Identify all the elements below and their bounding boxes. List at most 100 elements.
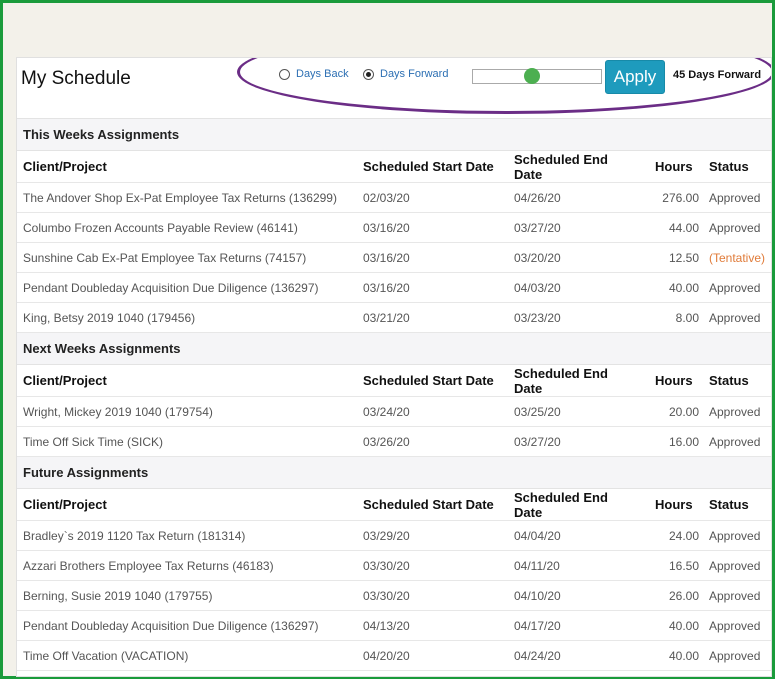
cell-status: Approved: [709, 190, 761, 205]
cell-hours: 40.00: [668, 648, 699, 663]
table-row: Columbo Frozen Accounts Payable Review (…: [17, 213, 771, 243]
cell-start-date: 03/16/20: [363, 220, 410, 235]
column-header-client: Client/Project: [23, 373, 107, 388]
days-forward-readout: 45 Days Forward: [673, 69, 762, 81]
days-back-label: Days Back: [296, 68, 349, 80]
cell-start-date: 03/16/20: [363, 250, 410, 265]
slider-handle[interactable]: [523, 68, 540, 84]
table-row: Azzari Brothers Employee Tax Returns (46…: [17, 551, 771, 581]
cell-end-date: 04/17/20: [514, 618, 561, 633]
days-back-radio[interactable]: Days Back: [279, 68, 349, 80]
column-header-status: Status: [709, 497, 749, 512]
column-header-end-date: Scheduled End Date: [514, 489, 608, 520]
cell-status: Approved: [709, 220, 761, 235]
cell-end-date: 03/23/20: [514, 310, 561, 325]
cell-hours: 16.50: [668, 558, 699, 573]
cell-hours: 26.00: [668, 588, 699, 603]
column-header-client: Client/Project: [23, 497, 107, 512]
cell-status: Approved: [709, 528, 761, 543]
cell-status: Approved: [709, 618, 761, 633]
table-row: Pendant Doubleday Acquisition Due Dilige…: [17, 273, 771, 303]
cell-start-date: 03/21/20: [363, 310, 410, 325]
cell-status: Approved: [709, 404, 761, 419]
cell-end-date: 04/24/20: [514, 648, 561, 663]
cell-hours: 8.00: [675, 310, 699, 325]
table-row: Wright, Mickey 2019 1040 (179754) 03/24/2…: [17, 397, 771, 427]
cell-hours: 44.00: [668, 220, 699, 235]
highlight-oval: [237, 58, 771, 114]
cell-start-date: 03/30/20: [363, 588, 410, 603]
table-row: Time Off Sick Time (SICK) 03/26/20 03/27/2…: [17, 427, 771, 457]
cell-status: Approved: [709, 558, 761, 573]
window-frame: My Schedule Days Back Days Forward Apply…: [0, 0, 775, 679]
cell-end-date: 04/26/20: [514, 190, 561, 205]
cell-hours: 20.00: [668, 404, 699, 419]
column-header-row: Client/Project Scheduled Start Date Schedu…: [17, 489, 771, 521]
cell-client-project: The Andover Shop Ex-Pat Employee Tax Ret…: [23, 190, 337, 205]
cell-client-project: Pendant Doubleday Acquisition Due Dilige…: [23, 618, 319, 633]
cell-end-date: 03/25/20: [514, 404, 561, 419]
cell-end-date: 04/11/20: [514, 558, 560, 573]
cell-hours: 276.00: [662, 190, 699, 205]
cell-client-project: King, Betsy 2019 1040 (179456): [23, 310, 196, 325]
days-back-radio-circle[interactable]: [279, 68, 290, 80]
cell-start-date: 03/24/20: [363, 404, 410, 419]
cell-status: Approved: [709, 588, 761, 603]
section-title: This Weeks Assignments: [17, 119, 771, 151]
cell-hours: 40.00: [668, 618, 699, 633]
column-header-hours: Hours: [655, 497, 693, 512]
cell-client-project: Time Off Sick Time (SICK): [23, 434, 164, 449]
days-forward-radio[interactable]: Days Forward: [363, 68, 448, 80]
days-forward-radio-circle[interactable]: [363, 68, 374, 80]
cell-client-project: Time Off Vacation (VACATION): [23, 648, 189, 663]
cell-start-date: 04/13/20: [363, 618, 410, 633]
column-header-client: Client/Project: [23, 159, 107, 174]
column-header-start-date: Scheduled Start Date: [363, 373, 494, 388]
apply-button[interactable]: Apply: [605, 60, 665, 94]
cell-start-date: 03/30/20: [363, 558, 410, 573]
column-header-row: Client/Project Scheduled Start Date Schedu…: [17, 365, 771, 397]
table-row: Sunshine Cab Ex-Pat Employee Tax Returns…: [17, 243, 771, 273]
column-header-hours: Hours: [655, 159, 693, 174]
cell-hours: 12.50: [668, 250, 699, 265]
cell-client-project: Columbo Frozen Accounts Payable Review (…: [23, 220, 298, 235]
column-header-start-date: Scheduled Start Date: [363, 159, 494, 174]
schedule-header: My Schedule Days Back Days Forward Apply…: [17, 58, 771, 119]
schedule-panel: My Schedule Days Back Days Forward Apply…: [16, 57, 772, 677]
cell-client-project: Sunshine Cab Ex-Pat Employee Tax Returns…: [23, 250, 307, 265]
days-slider[interactable]: [472, 68, 602, 84]
cell-end-date: 03/27/20: [514, 434, 561, 449]
table-row: Time Off Vacation (VACATION) 04/20/20 04/2…: [17, 641, 771, 671]
cell-status: Approved: [709, 310, 761, 325]
section-title: Future Assignments: [17, 457, 771, 489]
cell-client-project: Bradley`s 2019 1120 Tax Return (181314): [23, 528, 246, 543]
table-row: Bradley`s 2019 1120 Tax Return (181314) 0…: [17, 521, 771, 551]
cell-end-date: 04/04/20: [514, 528, 561, 543]
column-header-hours: Hours: [655, 373, 693, 388]
table-row: Berning, Susie 2019 1040 (179755) 03/30/2…: [17, 581, 771, 611]
cell-client-project: Azzari Brothers Employee Tax Returns (46…: [23, 558, 274, 573]
cell-hours: 16.00: [668, 434, 699, 449]
days-forward-label: Days Forward: [380, 68, 449, 80]
cell-start-date: 04/20/20: [363, 648, 410, 663]
cell-status: Approved: [709, 280, 761, 295]
cell-client-project: Berning, Susie 2019 1040 (179755): [23, 588, 213, 603]
column-header-row: Client/Project Scheduled Start Date Schedu…: [17, 151, 771, 183]
column-header-status: Status: [709, 159, 749, 174]
page-title: My Schedule: [21, 68, 131, 89]
cell-client-project: Wright, Mickey 2019 1040 (179754): [23, 404, 213, 419]
cell-hours: 24.00: [668, 528, 699, 543]
section-title: Next Weeks Assignments: [17, 333, 771, 365]
column-header-start-date: Scheduled Start Date: [363, 497, 494, 512]
cell-end-date: 03/20/20: [514, 250, 561, 265]
table-row: Pendant Doubleday Acquisition Due Dilige…: [17, 611, 771, 641]
table-row: King, Betsy 2019 1040 (179456) 03/21/20 03…: [17, 303, 771, 333]
cell-status: Approved: [709, 648, 761, 663]
cell-start-date: 03/26/20: [363, 434, 410, 449]
cell-hours: 40.00: [668, 280, 699, 295]
column-header-end-date: Scheduled End Date: [514, 151, 608, 182]
cell-start-date: 03/16/20: [363, 280, 410, 295]
table-row: The Andover Shop Ex-Pat Employee Tax Ret…: [17, 183, 771, 213]
column-header-end-date: Scheduled End Date: [514, 365, 608, 396]
cell-end-date: 03/27/20: [514, 220, 561, 235]
